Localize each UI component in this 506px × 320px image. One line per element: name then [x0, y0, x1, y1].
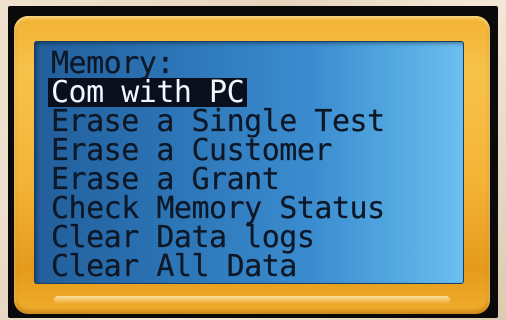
lcd-screen: Memory: Com with PC Erase a Single Test …: [34, 41, 464, 284]
menu-item-clear-all-data[interactable]: Clear All Data: [48, 251, 388, 281]
menu-title: Memory:: [51, 46, 175, 81]
menu-item-erase-grant[interactable]: Erase a Grant: [48, 164, 388, 194]
menu-item-clear-data-logs[interactable]: Clear Data logs: [48, 222, 388, 252]
bezel-highlight: [54, 296, 450, 304]
menu-item-erase-customer[interactable]: Erase a Customer: [48, 135, 388, 165]
menu-item-check-memory-status[interactable]: Check Memory Status: [48, 193, 388, 223]
memory-menu: Memory: Com with PC Erase a Single Test …: [48, 46, 388, 282]
lcd-bezel: Memory: Com with PC Erase a Single Test …: [14, 16, 490, 314]
menu-item-com-with-pc[interactable]: Com with PC: [48, 78, 248, 108]
menu-item-com-with-pc-row[interactable]: Com with PC: [48, 78, 388, 108]
menu-item-erase-single-test[interactable]: Erase a Single Test: [48, 106, 388, 136]
